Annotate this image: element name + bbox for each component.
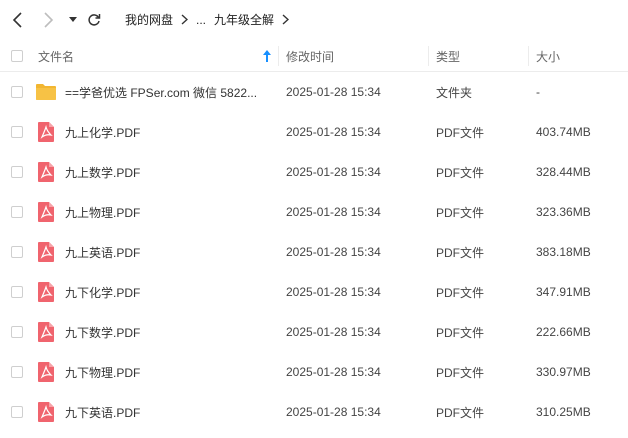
breadcrumb-item-my-drive[interactable]: 我的网盘: [125, 11, 173, 28]
column-header-time[interactable]: 修改时间: [286, 40, 426, 72]
file-size: 222.66MB: [536, 325, 591, 339]
column-header-size[interactable]: 大小: [536, 40, 626, 72]
list-item-pdf[interactable]: 九下物理.PDF 2025-01-28 15:34 PDF文件 330.97MB: [0, 352, 628, 392]
file-name[interactable]: 九上英语.PDF: [65, 232, 270, 272]
file-modified-time: 2025-01-28 15:34: [286, 205, 381, 219]
file-type: PDF文件: [436, 405, 485, 420]
file-modified-time: 2025-01-28 15:34: [286, 125, 381, 139]
sort-up-arrow-icon: [263, 50, 271, 62]
column-header-size-label: 大小: [536, 49, 561, 64]
file-name[interactable]: 九上化学.PDF: [65, 112, 270, 152]
file-name[interactable]: ==学爸优选 FPSer.com 微信 5822...: [65, 72, 270, 112]
column-header-type[interactable]: 类型: [436, 40, 526, 72]
row-checkbox[interactable]: [11, 286, 23, 298]
list-item-pdf[interactable]: 九上物理.PDF 2025-01-28 15:34 PDF文件 323.36MB: [0, 192, 628, 232]
breadcrumb-separator-icon: [282, 14, 290, 25]
pdf-icon: [38, 402, 54, 422]
file-type: PDF文件: [436, 245, 485, 260]
refresh-icon: [88, 14, 101, 26]
pdf-icon: [38, 282, 54, 302]
file-type: PDF文件: [436, 365, 485, 380]
row-checkbox[interactable]: [11, 86, 23, 98]
file-size: 323.36MB: [536, 205, 591, 219]
row-checkbox[interactable]: [11, 166, 23, 178]
column-divider[interactable]: [278, 46, 279, 66]
file-type: PDF文件: [436, 165, 485, 180]
list-item-pdf[interactable]: 九下化学.PDF 2025-01-28 15:34 PDF文件 347.91MB: [0, 272, 628, 312]
forward-button[interactable]: [38, 10, 58, 30]
file-size: 310.25MB: [536, 405, 591, 419]
column-header-type-label: 类型: [436, 49, 461, 64]
file-modified-time: 2025-01-28 15:34: [286, 245, 381, 259]
row-checkbox[interactable]: [11, 406, 23, 418]
file-size: 383.18MB: [536, 245, 591, 259]
file-modified-time: 2025-01-28 15:34: [286, 365, 381, 379]
file-name[interactable]: 九下数学.PDF: [65, 312, 270, 352]
folder-icon: [36, 84, 56, 100]
file-type: PDF文件: [436, 205, 485, 220]
pdf-icon: [38, 242, 54, 262]
file-modified-time: 2025-01-28 15:34: [286, 325, 381, 339]
file-list: ==学爸优选 FPSer.com 微信 5822... 2025-01-28 1…: [0, 72, 628, 432]
navigation-bar: 我的网盘 ... 九年级全解: [0, 0, 628, 40]
file-modified-time: 2025-01-28 15:34: [286, 85, 381, 99]
list-item-pdf[interactable]: 九下英语.PDF 2025-01-28 15:34 PDF文件 310.25MB: [0, 392, 628, 432]
breadcrumb-item-ellipsis[interactable]: ...: [196, 13, 206, 27]
chevron-right-icon: [44, 12, 54, 28]
pdf-icon: [38, 162, 54, 182]
file-name[interactable]: 九上数学.PDF: [65, 152, 270, 192]
chevron-left-icon: [12, 12, 22, 28]
file-type: 文件夹: [436, 85, 473, 100]
file-list-header: 文件名 修改时间 类型 大小: [0, 40, 628, 72]
back-button[interactable]: [8, 10, 28, 30]
column-header-name[interactable]: 文件名: [38, 40, 278, 72]
column-header-name-label: 文件名: [38, 49, 75, 64]
file-size: 328.44MB: [536, 165, 591, 179]
column-divider[interactable]: [428, 46, 429, 66]
caret-down-icon: [69, 17, 77, 22]
pdf-icon: [38, 122, 54, 142]
breadcrumb-item-current[interactable]: 九年级全解: [214, 11, 274, 28]
file-name[interactable]: 九下英语.PDF: [65, 392, 270, 432]
file-name[interactable]: 九上物理.PDF: [65, 192, 270, 232]
row-checkbox[interactable]: [11, 326, 23, 338]
file-size: 330.97MB: [536, 365, 591, 379]
file-name[interactable]: 九下化学.PDF: [65, 272, 270, 312]
pdf-icon: [38, 202, 54, 222]
row-checkbox[interactable]: [11, 206, 23, 218]
breadcrumb-separator-icon: [181, 14, 189, 25]
pdf-icon: [38, 322, 54, 342]
list-item-pdf[interactable]: 九下数学.PDF 2025-01-28 15:34 PDF文件 222.66MB: [0, 312, 628, 352]
row-checkbox[interactable]: [11, 126, 23, 138]
list-item-pdf[interactable]: 九上数学.PDF 2025-01-28 15:34 PDF文件 328.44MB: [0, 152, 628, 192]
list-item-pdf[interactable]: 九上英语.PDF 2025-01-28 15:34 PDF文件 383.18MB: [0, 232, 628, 272]
row-checkbox[interactable]: [11, 246, 23, 258]
history-dropdown-button[interactable]: [66, 10, 80, 30]
file-type: PDF文件: [436, 125, 485, 140]
file-size: 347.91MB: [536, 285, 591, 299]
file-size: -: [536, 85, 540, 99]
column-divider[interactable]: [528, 46, 529, 66]
file-modified-time: 2025-01-28 15:34: [286, 405, 381, 419]
file-modified-time: 2025-01-28 15:34: [286, 285, 381, 299]
file-name[interactable]: 九下物理.PDF: [65, 352, 270, 392]
row-checkbox[interactable]: [11, 366, 23, 378]
pdf-icon: [38, 362, 54, 382]
file-type: PDF文件: [436, 285, 485, 300]
file-size: 403.74MB: [536, 125, 591, 139]
refresh-button[interactable]: [85, 10, 103, 30]
file-modified-time: 2025-01-28 15:34: [286, 165, 381, 179]
list-item-folder[interactable]: ==学爸优选 FPSer.com 微信 5822... 2025-01-28 1…: [0, 72, 628, 112]
breadcrumb: 我的网盘 ... 九年级全解: [125, 11, 297, 28]
select-all-checkbox[interactable]: [11, 50, 23, 62]
list-item-pdf[interactable]: 九上化学.PDF 2025-01-28 15:34 PDF文件 403.74MB: [0, 112, 628, 152]
column-header-time-label: 修改时间: [286, 49, 335, 64]
file-type: PDF文件: [436, 325, 485, 340]
